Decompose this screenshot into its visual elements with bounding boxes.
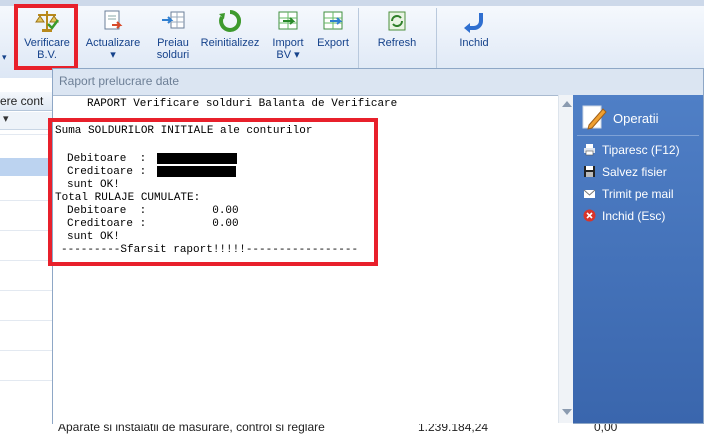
import-bv-button[interactable]: Import BV ▾ <box>266 8 310 70</box>
printer-icon <box>584 144 595 156</box>
grid-line <box>0 134 52 135</box>
grid-line <box>0 350 52 351</box>
send-mail-label: Trimit pe mail <box>602 187 674 201</box>
print-label: Tiparesc (F12) <box>602 143 680 157</box>
undo-arrow-icon <box>464 13 483 33</box>
refresh-button[interactable]: Refresh <box>368 8 426 70</box>
import-grid-icon <box>162 11 185 29</box>
scroll-up-icon[interactable] <box>562 101 572 107</box>
envelope-icon <box>583 189 596 198</box>
preiau-label: Preiau <box>157 37 189 49</box>
grid-column-header[interactable]: ere cont <box>0 92 52 111</box>
grid-line <box>0 320 52 321</box>
update-document-icon <box>104 10 123 30</box>
export-label: Export <box>317 37 349 49</box>
operations-panel: Operatii Tiparesc (F12) Salvez fisier Tr… <box>573 95 703 423</box>
ribbon-group-separator <box>436 8 437 70</box>
import-label: Import <box>272 37 304 49</box>
reinitializez-label: Reinitializez <box>200 37 260 49</box>
panel-divider <box>577 135 699 136</box>
export-table-icon <box>323 11 343 30</box>
grid-line <box>0 200 52 201</box>
grid-line <box>0 230 52 231</box>
actualizare-dropdown-icon[interactable]: ▾ <box>82 49 144 61</box>
reinitializez-button[interactable]: Reinitializez <box>199 8 261 70</box>
grid-filter-row[interactable]: ▾ <box>0 112 52 130</box>
preiau-solduri-button[interactable]: Preiau solduri <box>150 8 196 70</box>
close-label: Inchid (Esc) <box>602 209 666 223</box>
actualizare-button[interactable]: Actualizare ▾ <box>82 8 144 70</box>
overflow-arrow-icon[interactable]: ▾ <box>2 52 7 63</box>
actualizare-label: Actualizare <box>85 37 141 49</box>
operations-title: Operatii <box>613 111 659 126</box>
grid-header-text: ere cont <box>0 94 44 108</box>
grid-line <box>0 380 52 381</box>
grid-line <box>0 260 52 261</box>
refresh-icon <box>388 11 406 31</box>
solduri-label: solduri <box>156 49 190 61</box>
close-circle-icon <box>583 209 596 222</box>
bv-sub-label: BV <box>276 49 292 61</box>
save-file-item[interactable]: Salvez fisier <box>583 165 667 179</box>
pencil-note-icon <box>582 105 607 130</box>
send-mail-item[interactable]: Trimit pe mail <box>583 187 674 201</box>
grid-selected-row[interactable] <box>0 158 52 176</box>
vertical-scrollbar[interactable] <box>558 95 574 423</box>
dialog-title: Raport prelucrare date <box>59 74 180 88</box>
operations-header: Operatii <box>581 103 695 133</box>
save-file-label: Salvez fisier <box>602 165 667 179</box>
refresh-label: Refresh <box>377 37 417 49</box>
ribbon-top-strip <box>0 0 704 6</box>
floppy-disk-icon <box>584 166 595 177</box>
reset-arrow-icon <box>219 9 242 32</box>
highlight-verificare <box>14 4 78 70</box>
highlight-report-section <box>48 118 378 266</box>
export-button[interactable]: Export <box>312 8 354 70</box>
ribbon-group-separator <box>358 8 359 70</box>
import-bv-sub: BV ▾ <box>276 49 300 61</box>
grid-line <box>0 290 52 291</box>
print-item[interactable]: Tiparesc (F12) <box>583 143 680 157</box>
close-item[interactable]: Inchid (Esc) <box>583 209 665 223</box>
inchid-label: Inchid <box>459 37 489 49</box>
inchid-button[interactable]: Inchid <box>448 8 500 70</box>
report-heading: RAPORT Verificare solduri Balanta de Ver… <box>87 98 398 110</box>
import-table-icon <box>278 11 298 30</box>
scroll-down-icon[interactable] <box>562 409 572 415</box>
